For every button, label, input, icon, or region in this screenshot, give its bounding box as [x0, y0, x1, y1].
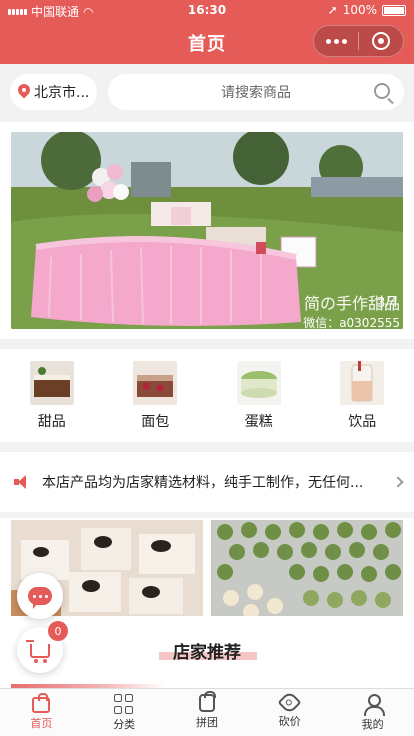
location-label: 北京市...: [34, 85, 90, 101]
announcement-bar[interactable]: 本店产品均为店家精选材料，纯手工制作，无任何...: [0, 452, 414, 512]
category-item-drink[interactable]: 饮品: [311, 349, 414, 442]
category-label: 面包: [141, 414, 170, 430]
location-selector[interactable]: 北京市...: [10, 74, 97, 110]
price-tag-icon: [277, 690, 302, 715]
watermark-brand: 简の手作甜品: [303, 294, 400, 313]
banner-carousel[interactable]: 3/4 简の手作甜品 微信：a0302555: [0, 122, 414, 339]
search-placeholder: 请搜索商品: [221, 85, 291, 101]
more-menu-button[interactable]: [314, 26, 358, 56]
grid-icon: [114, 694, 134, 714]
tab-label: 首页: [30, 717, 53, 730]
cart-count-badge: 0: [48, 621, 68, 641]
tab-label: 拼团: [195, 716, 218, 729]
dessert-thumb: [29, 361, 74, 405]
tab-profile[interactable]: 我的: [331, 689, 414, 736]
chat-bubble-icon: [28, 587, 52, 609]
category-label: 甜品: [37, 414, 66, 430]
home-bag-icon: [32, 693, 51, 713]
speaker-icon: [14, 475, 32, 489]
tab-bargain[interactable]: 砍价: [248, 689, 331, 736]
location-arrow-icon: ➚: [327, 3, 338, 17]
cake-thumb: [236, 361, 281, 405]
app-header: 中国联通 ◠ 16:30 ➚ 100% 首页: [0, 0, 414, 64]
search-row: 北京市... 请搜索商品: [0, 64, 414, 122]
miniprogram-capsule: [313, 25, 404, 57]
status-bar: 中国联通 ◠ 16:30 ➚ 100%: [0, 0, 414, 20]
meringue-cookies-photo: [211, 520, 403, 617]
announcement-text: 本店产品均为店家精选材料，纯手工制作，无任何...: [42, 475, 364, 491]
customer-service-button[interactable]: [17, 573, 63, 619]
category-item-dessert[interactable]: 甜品: [0, 349, 104, 442]
bottom-tab-bar: 首页 分类 拼团 砍价 我的: [0, 688, 414, 736]
category-item-cake[interactable]: 蛋糕: [207, 349, 311, 442]
category-label: 蛋糕: [244, 414, 273, 430]
target-icon: [372, 32, 390, 50]
promo-tile-right[interactable]: [211, 520, 403, 617]
tab-home[interactable]: 首页: [0, 689, 83, 736]
search-icon: [374, 83, 390, 99]
category-label: 饮品: [348, 414, 377, 430]
location-pin-icon: [18, 84, 30, 100]
banner-watermark: 简の手作甜品 微信：a0302555: [303, 290, 400, 331]
battery-percent: 100%: [342, 3, 377, 17]
tab-label: 分类: [113, 718, 136, 731]
watermark-wechat: 微信：a0302555: [303, 316, 400, 330]
status-right: ➚ 100%: [328, 3, 406, 17]
drink-thumb: [340, 361, 385, 405]
close-miniprogram-button[interactable]: [359, 26, 403, 56]
home-page: 中国联通 ◠ 16:30 ➚ 100% 首页 北京市... 请搜索商品 3/4 …: [0, 0, 414, 736]
tab-label: 我的: [361, 718, 384, 731]
group-buy-icon: [198, 691, 216, 712]
user-icon: [363, 694, 385, 716]
category-item-bread[interactable]: 面包: [104, 349, 208, 442]
bread-thumb: [133, 361, 178, 405]
chevron-right-icon: [392, 476, 404, 488]
tab-category[interactable]: 分类: [83, 689, 166, 736]
search-input[interactable]: 请搜索商品: [108, 74, 404, 110]
shopping-cart-icon: [26, 640, 50, 663]
category-grid: 甜品 面包 蛋糕 饮品: [0, 349, 414, 442]
battery-icon: [382, 4, 406, 16]
tab-group-buy[interactable]: 拼团: [166, 689, 249, 736]
tab-label: 砍价: [278, 715, 301, 728]
